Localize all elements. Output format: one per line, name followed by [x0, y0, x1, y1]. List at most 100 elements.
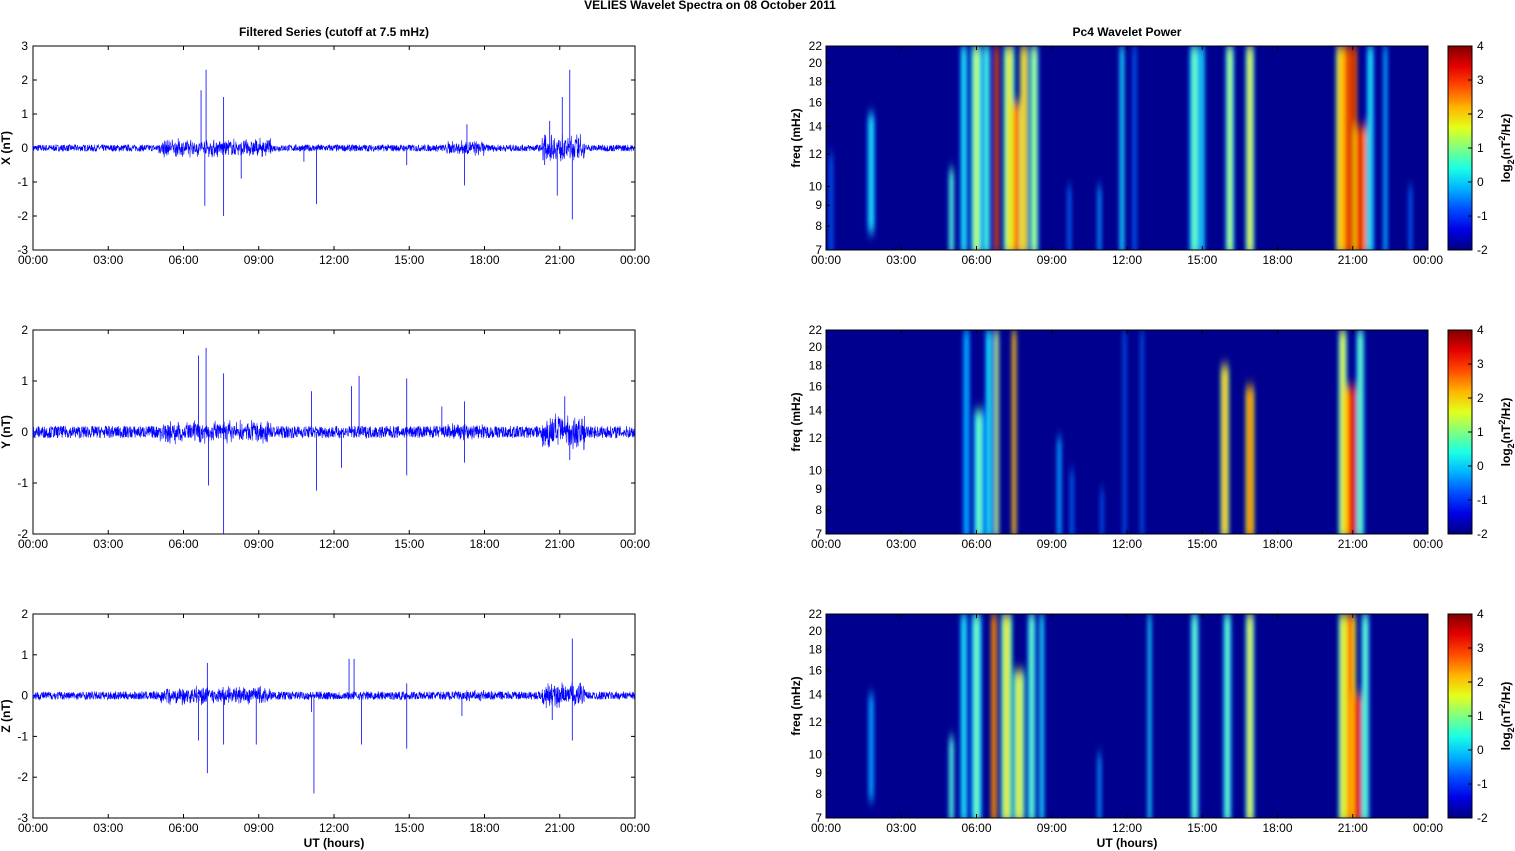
- x-tick-label: 03:00: [886, 821, 916, 835]
- y-tick-label: 2: [21, 73, 28, 87]
- burst-mark: [1030, 614, 1033, 818]
- x-tick-label: 15:00: [1187, 253, 1217, 267]
- x-tick-label: 00:00: [18, 537, 48, 551]
- burst-mark: [1384, 46, 1387, 250]
- burst-mark: [1248, 614, 1252, 818]
- burst-mark: [1193, 46, 1197, 250]
- y-tick-label: 9: [815, 482, 822, 496]
- x-tick-label: 09:00: [1037, 253, 1067, 267]
- x-tick-label: 15:00: [394, 537, 424, 551]
- x-tick-label: 06:00: [961, 537, 991, 551]
- y-tick-label: 12: [809, 147, 823, 161]
- x-axis-label: UT (hours): [304, 836, 365, 850]
- colorbar-tick-label: -2: [1477, 527, 1488, 541]
- x-tick-label: 18:00: [1262, 253, 1292, 267]
- burst-mark: [870, 114, 873, 233]
- y-tick-label: 8: [815, 787, 822, 801]
- x-tick-label: 09:00: [244, 821, 274, 835]
- x-tick-label: 00:00: [1413, 537, 1443, 551]
- burst-mark: [985, 46, 988, 250]
- burst-mark: [830, 153, 832, 250]
- burst-mark: [1017, 670, 1021, 818]
- colorbar-tick-label: 0: [1477, 459, 1484, 473]
- colorbar-tick-label: 1: [1477, 425, 1484, 439]
- burst-mark: [1123, 330, 1126, 534]
- burst-mark: [1068, 186, 1071, 250]
- x-tick-label: 18:00: [469, 821, 499, 835]
- x-tick-label: 03:00: [93, 537, 123, 551]
- burst-mark: [1013, 330, 1015, 534]
- y-tick-label: 14: [809, 404, 823, 418]
- colorbar-tick-label: -1: [1477, 493, 1488, 507]
- x-tick-label: 09:00: [244, 253, 274, 267]
- y-tick-label: 0: [21, 689, 28, 703]
- y-tick-label: 9: [815, 198, 822, 212]
- colorbar-tick-label: 3: [1477, 73, 1484, 87]
- spectrogram-background: [826, 330, 1428, 534]
- x-tick-label: 15:00: [1187, 821, 1217, 835]
- x-tick-label: 12:00: [319, 253, 349, 267]
- colorbar-tick-label: 4: [1477, 323, 1484, 337]
- x-tick-label: 15:00: [1187, 537, 1217, 551]
- colorbar-tick-label: 0: [1477, 175, 1484, 189]
- y-axis-label: X (nT): [0, 131, 13, 165]
- spectrogram-background: [826, 614, 1428, 818]
- burst-mark: [1121, 46, 1123, 250]
- burst-mark: [962, 614, 966, 818]
- burst-mark: [987, 330, 991, 534]
- x-tick-label: 09:00: [1037, 821, 1067, 835]
- y-tick-label: 9: [815, 766, 822, 780]
- burst-mark: [995, 330, 998, 534]
- burst-mark: [1359, 330, 1362, 534]
- burst-mark: [1223, 365, 1226, 534]
- x-tick-label: 15:00: [394, 821, 424, 835]
- panel-title: Pc4 Wavelet Power: [1073, 25, 1182, 39]
- burst-mark: [1040, 614, 1043, 818]
- burst-mark: [1248, 386, 1252, 534]
- burst-mark: [1248, 46, 1252, 250]
- burst-mark: [950, 169, 953, 250]
- x-tick-label: 18:00: [469, 537, 499, 551]
- burst-mark: [977, 410, 981, 534]
- burst-mark: [1033, 46, 1036, 250]
- y-axis-label: freq (mHz): [789, 676, 803, 735]
- burst-mark: [1339, 46, 1342, 250]
- y-tick-label: 2: [21, 323, 28, 337]
- figure-title: VELIES Wavelet Spectra on 08 October 201…: [584, 0, 836, 12]
- y-axis-label: freq (mHz): [789, 392, 803, 451]
- x-tick-label: 03:00: [886, 537, 916, 551]
- x-tick-label: 00:00: [811, 821, 841, 835]
- burst-mark: [995, 46, 998, 250]
- colorbar-tick-label: 3: [1477, 357, 1484, 371]
- x-tick-label: 06:00: [961, 821, 991, 835]
- burst-mark: [1369, 46, 1372, 250]
- colorbar-tick-label: 2: [1477, 675, 1484, 689]
- y-tick-label: 20: [809, 56, 823, 70]
- burst-mark: [1023, 46, 1026, 250]
- burst-mark: [1193, 614, 1196, 818]
- x-tick-label: 12:00: [1112, 253, 1142, 267]
- x-tick-label: 06:00: [168, 253, 198, 267]
- colorbar-tick-label: 4: [1477, 39, 1484, 53]
- x-tick-label: 21:00: [1338, 253, 1368, 267]
- burst-mark: [1015, 102, 1019, 250]
- colorbar-label: log2(nT2/Hz): [1497, 398, 1515, 467]
- colorbar-tick-label: -1: [1477, 777, 1488, 791]
- y-tick-label: 12: [809, 431, 823, 445]
- y-tick-label: 1: [21, 648, 28, 662]
- x-tick-label: 00:00: [1413, 821, 1443, 835]
- x-tick-label: 21:00: [545, 537, 575, 551]
- burst-mark: [950, 737, 953, 818]
- y-axis-label: freq (mHz): [789, 108, 803, 167]
- x-tick-label: 12:00: [319, 537, 349, 551]
- x-tick-label: 12:00: [319, 821, 349, 835]
- plot-area: [32, 613, 636, 819]
- y-tick-label: 10: [809, 179, 823, 193]
- x-tick-label: 12:00: [1112, 537, 1142, 551]
- burst-mark: [1228, 46, 1231, 250]
- colorbar-tick-label: -1: [1477, 209, 1488, 223]
- colorbar-label: log2(nT2/Hz): [1497, 114, 1515, 183]
- colorbar-tick-label: 3: [1477, 641, 1484, 655]
- burst-mark: [1201, 46, 1204, 250]
- y-tick-label: -2: [17, 209, 28, 223]
